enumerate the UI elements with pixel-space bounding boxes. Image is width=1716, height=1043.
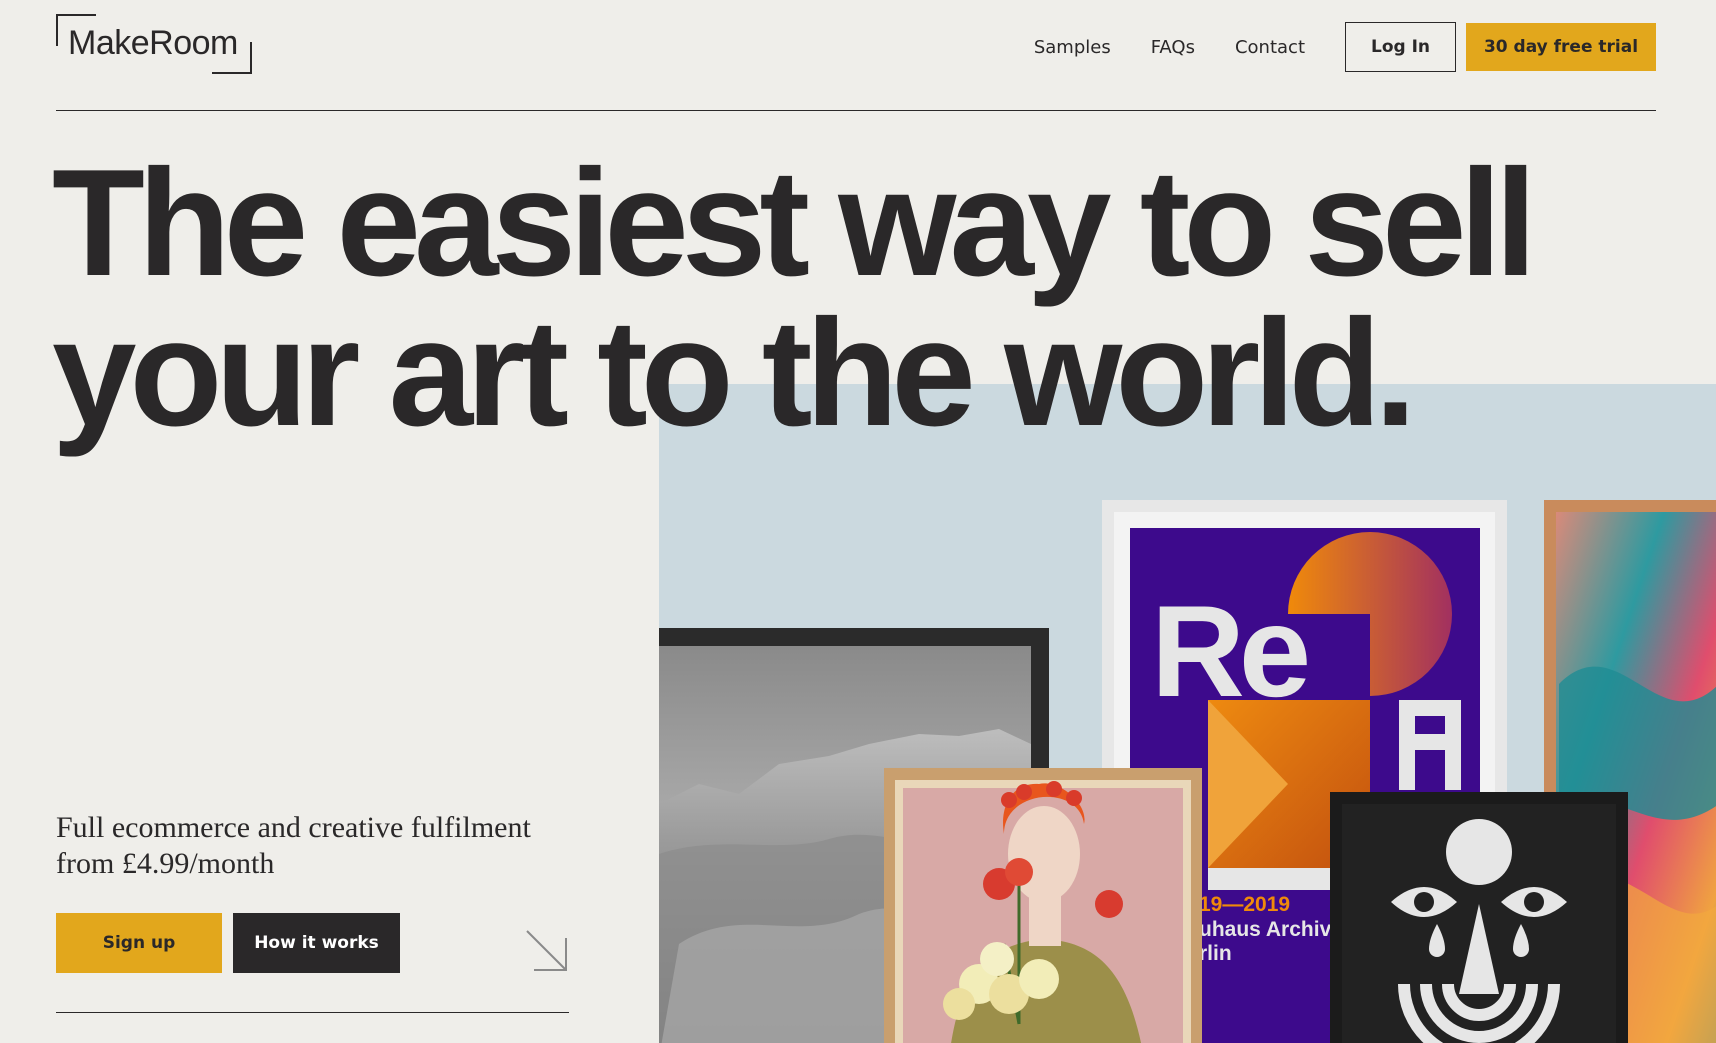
hero-artwork-illustration: Re 19—2019 uhaus Archiv rlin bbox=[659, 384, 1716, 1043]
hero-subcopy: Full ecommerce and creative fulfilment f… bbox=[56, 811, 531, 880]
header-divider bbox=[56, 110, 1656, 111]
poster-text-dates: 19—2019 bbox=[1199, 893, 1290, 916]
main-nav: Samples FAQs Contact Log In 30 day free … bbox=[1034, 22, 1656, 72]
logo-text: MakeRoom bbox=[68, 24, 238, 62]
login-button[interactable]: Log In bbox=[1345, 22, 1456, 72]
nav-item-samples[interactable]: Samples bbox=[1034, 37, 1111, 58]
hero-headline-line-1: The easiest way to sell bbox=[52, 138, 1537, 308]
hero-headline-line-2: your art to the world. bbox=[52, 288, 1417, 458]
nav-item-faqs[interactable]: FAQs bbox=[1151, 37, 1195, 58]
poster-text-archiv: uhaus Archiv bbox=[1199, 918, 1332, 941]
hero-image: Re 19—2019 uhaus Archiv rlin bbox=[659, 384, 1716, 1043]
free-trial-button[interactable]: 30 day free trial bbox=[1466, 23, 1656, 71]
logo[interactable]: MakeRoom bbox=[56, 14, 252, 74]
nav-item-contact[interactable]: Contact bbox=[1235, 37, 1305, 58]
hero-headline: The easiest way to sell your art to the … bbox=[52, 138, 1537, 458]
poster-text-berlin: rlin bbox=[1199, 942, 1232, 965]
how-it-works-button[interactable]: How it works bbox=[233, 913, 400, 973]
hero-bottom-divider bbox=[56, 1012, 569, 1013]
arrow-down-right-icon[interactable] bbox=[524, 928, 570, 974]
signup-button[interactable]: Sign up bbox=[56, 913, 222, 973]
